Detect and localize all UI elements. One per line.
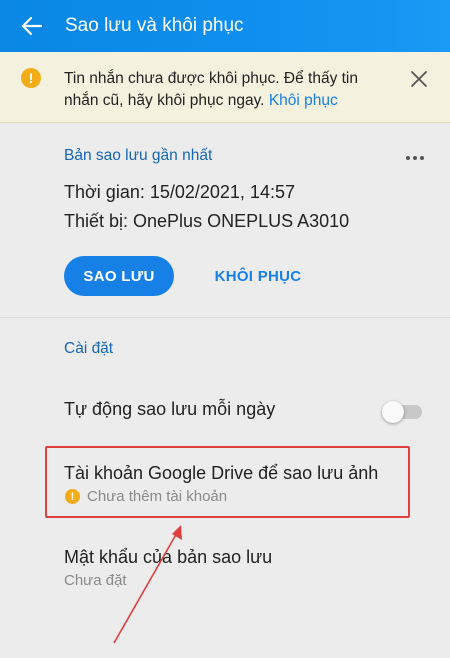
latest-backup-title: Bản sao lưu gần nhất <box>64 147 213 164</box>
backup-button[interactable]: SAO LƯU <box>64 256 174 296</box>
auto-backup-label[interactable]: Tự động sao lưu mỗi ngày <box>64 399 275 420</box>
main-content: Bản sao lưu gần nhất Thời gian: 15/02/20… <box>0 123 450 658</box>
annotation-highlight-box <box>45 446 410 518</box>
banner-close-button[interactable] <box>410 70 428 88</box>
settings-title: Cài đặt <box>64 340 114 357</box>
app-bar: Sao lưu và khôi phục <box>0 0 450 52</box>
restore-button[interactable]: KHÔI PHỤC <box>202 256 314 296</box>
more-options-button[interactable] <box>406 147 428 160</box>
more-dots-icon <box>406 156 410 160</box>
backup-time: Thời gian: 15/02/2021, 14:57 <box>64 182 295 202</box>
password-label[interactable]: Mật khẩu của bản sao lưu <box>64 547 272 568</box>
password-status: Chưa đặt <box>64 572 127 589</box>
auto-backup-toggle[interactable] <box>382 400 424 423</box>
divider <box>0 317 450 318</box>
banner-restore-link[interactable]: Khôi phục <box>269 92 338 109</box>
page-title: Sao lưu và khôi phục <box>65 15 244 36</box>
toggle-thumb <box>382 401 404 423</box>
restore-banner: ! Tin nhắn chưa được khôi phục. Để thấy … <box>0 52 450 123</box>
backup-device: Thiết bị: OnePlus ONEPLUS A3010 <box>64 211 350 231</box>
banner-message: Tin nhắn chưa được khôi phục. Để thấy ti… <box>64 68 394 112</box>
arrow-left-icon <box>21 16 43 36</box>
close-icon <box>411 71 427 87</box>
warning-icon: ! <box>21 68 41 88</box>
back-button[interactable] <box>20 14 44 38</box>
